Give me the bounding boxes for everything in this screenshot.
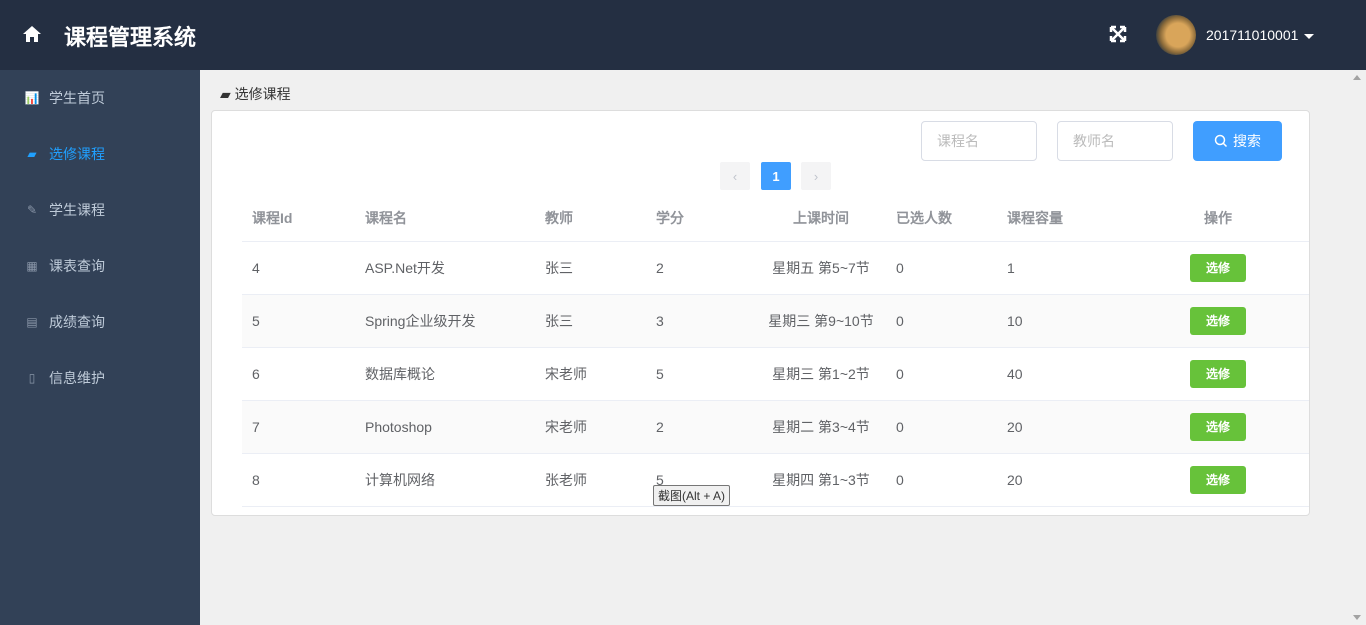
next-page-button[interactable]: › bbox=[801, 162, 831, 190]
table-cell: 张三 bbox=[535, 241, 646, 295]
table-row: 4 ASP.Net开发 张三 2 星期五 第5~7节 0 1 选修 bbox=[242, 241, 1309, 295]
table-cell: 星期五 第5~7节 bbox=[746, 241, 886, 295]
sidebar-item-0[interactable]: 📊 学生首页 bbox=[0, 70, 200, 126]
table-cell: 0 bbox=[886, 294, 997, 348]
sidebar-item-label: 学生首页 bbox=[49, 90, 105, 106]
table-cell: 6 bbox=[242, 347, 355, 401]
table-cell: 星期三 第1~2节 bbox=[746, 347, 886, 401]
table-row: 6 数据库概论 宋老师 5 星期三 第1~2节 0 40 选修 bbox=[242, 347, 1309, 401]
table-row: 7 Photoshop 宋老师 2 星期二 第3~4节 0 20 选修 bbox=[242, 400, 1309, 454]
top-header: 课程管理系统 201711010001 bbox=[0, 0, 1366, 70]
table-cell: 宋老师 bbox=[535, 400, 646, 454]
column-header: 学分 bbox=[646, 196, 746, 242]
table-cell: 5 bbox=[242, 294, 355, 348]
home-icon[interactable] bbox=[22, 24, 42, 44]
sidebar-item-label: 成绩查询 bbox=[49, 314, 105, 330]
fullscreen-icon[interactable] bbox=[1108, 24, 1128, 44]
bar-chart-icon: 📊 bbox=[24, 91, 40, 105]
badge-icon: ▯ bbox=[28, 371, 36, 385]
sidebar-item-label: 课表查询 bbox=[49, 258, 105, 274]
table-cell: 3 bbox=[646, 294, 746, 348]
table-cell: 20 bbox=[997, 453, 1117, 507]
table-cell: 10 bbox=[997, 294, 1117, 348]
search-icon bbox=[1214, 134, 1228, 148]
column-header: 操作 bbox=[1117, 196, 1309, 242]
table-cell: 0 bbox=[886, 241, 997, 295]
column-header: 课程名 bbox=[355, 196, 535, 242]
username: 201711010001 bbox=[1206, 27, 1299, 43]
table-cell: 星期四 第1~3节 bbox=[746, 453, 886, 507]
sidebar-item-2[interactable]: ✎ 学生课程 bbox=[0, 182, 200, 238]
sidebar-item-label: 选修课程 bbox=[49, 146, 105, 162]
table-cell: 0 bbox=[886, 400, 997, 454]
scroll-up-icon[interactable] bbox=[1353, 75, 1361, 80]
table-cell: 0 bbox=[886, 347, 997, 401]
caret-down-icon bbox=[1304, 33, 1315, 39]
tooltip: 截图(Alt + A) bbox=[653, 485, 731, 506]
table-cell: 4 bbox=[242, 241, 355, 295]
table-cell: 1 bbox=[997, 241, 1117, 295]
table-cell: Photoshop bbox=[355, 400, 535, 454]
sidebar-item-5[interactable]: ▯ 信息维护 bbox=[0, 350, 200, 406]
column-header: 上课时间 bbox=[746, 196, 886, 242]
table-cell: 20 bbox=[997, 400, 1117, 454]
user-menu[interactable]: 201711010001 bbox=[1206, 27, 1315, 43]
table-row: 5 Spring企业级开发 张三 3 星期三 第9~10节 0 10 选修 bbox=[242, 294, 1309, 348]
table-cell: ASP.Net开发 bbox=[355, 241, 535, 295]
select-course-button[interactable]: 选修 bbox=[1190, 465, 1246, 494]
sidebar-item-label: 信息维护 bbox=[49, 370, 105, 386]
course-name-input[interactable] bbox=[921, 121, 1037, 161]
table-cell: 数据库概论 bbox=[355, 347, 535, 401]
course-table: 课程Id 课程名 教师 学分 上课时间 已选人数 课程容量 操作 4 ASP.Net开发 张三 2 星… bbox=[242, 196, 1309, 507]
select-course-button[interactable]: 选修 bbox=[1190, 359, 1246, 388]
table-cell: 7 bbox=[242, 400, 355, 454]
select-course-button[interactable]: 选修 bbox=[1190, 412, 1246, 441]
sidebar-item-3[interactable]: ▦ 课表查询 bbox=[0, 238, 200, 294]
table-cell: Spring企业级开发 bbox=[355, 294, 535, 348]
sidebar-item-4[interactable]: ▤ 成绩查询 bbox=[0, 294, 200, 350]
book-icon: ▰ bbox=[220, 86, 235, 102]
table-cell: 40 bbox=[997, 347, 1117, 401]
column-header: 教师 bbox=[535, 196, 646, 242]
edit-icon: ✎ bbox=[26, 203, 38, 217]
page-1-button[interactable]: 1 bbox=[761, 162, 791, 190]
column-header: 已选人数 bbox=[886, 196, 997, 242]
app-title: 课程管理系统 bbox=[64, 25, 197, 50]
avatar[interactable] bbox=[1156, 15, 1196, 55]
table-cell: 8 bbox=[242, 453, 355, 507]
table-cell: 2 bbox=[646, 241, 746, 295]
prev-page-button[interactable]: ‹ bbox=[720, 162, 750, 190]
sidebar: 📊 学生首页 ▰ 选修课程 ✎ 学生课程 ▦ 课表查询 ▤ 成绩查询 ▯ 信息维护 bbox=[0, 70, 200, 625]
table-icon: ▦ bbox=[26, 259, 38, 273]
table-cell: 星期三 第9~10节 bbox=[746, 294, 886, 348]
table-cell: 张三 bbox=[535, 294, 646, 348]
table-cell: 5 bbox=[646, 347, 746, 401]
book-icon: ▰ bbox=[27, 147, 37, 161]
table-cell: 星期二 第3~4节 bbox=[746, 400, 886, 454]
table-cell: 张老师 bbox=[535, 453, 646, 507]
table-cell: 宋老师 bbox=[535, 347, 646, 401]
scrollbar[interactable] bbox=[1349, 70, 1366, 625]
table-cell: 0 bbox=[886, 453, 997, 507]
select-course-button[interactable]: 选修 bbox=[1190, 253, 1246, 282]
column-header: 课程容量 bbox=[997, 196, 1117, 242]
course-card: 搜索 ‹ 1 › 课程Id课程名教师学分上课时间已选人数课程容量操作 4ASP.… bbox=[211, 110, 1310, 516]
scroll-down-icon[interactable] bbox=[1353, 615, 1361, 620]
table-row: 8 计算机网络 张老师 5 星期四 第1~3节 0 20 选修 bbox=[242, 453, 1309, 507]
breadcrumb: ▰ 选修课程 bbox=[220, 86, 291, 102]
sidebar-item-1[interactable]: ▰ 选修课程 bbox=[0, 126, 200, 182]
sidebar-item-label: 学生课程 bbox=[49, 202, 105, 218]
column-header: 课程Id bbox=[242, 196, 355, 242]
search-button[interactable]: 搜索 bbox=[1193, 121, 1282, 161]
teacher-name-input[interactable] bbox=[1057, 121, 1173, 161]
select-course-button[interactable]: 选修 bbox=[1190, 306, 1246, 335]
id-card-icon: ▤ bbox=[26, 315, 38, 329]
table-cell: 2 bbox=[646, 400, 746, 454]
table-cell: 计算机网络 bbox=[355, 453, 535, 507]
